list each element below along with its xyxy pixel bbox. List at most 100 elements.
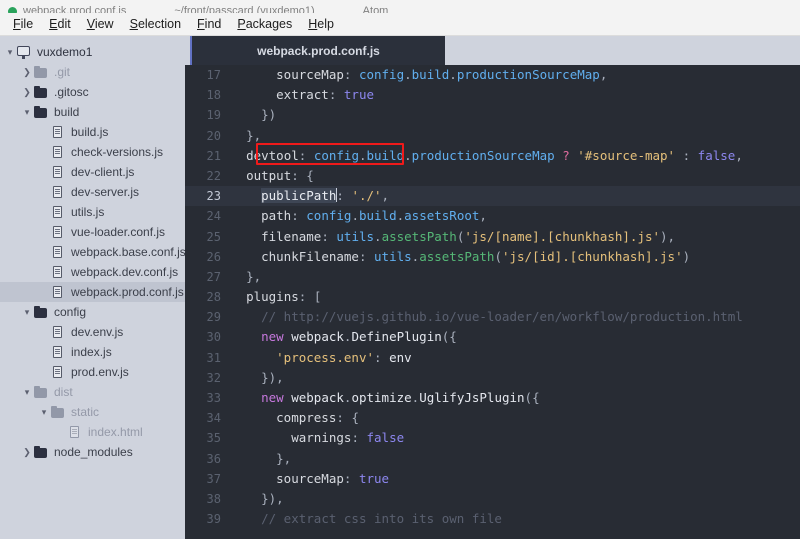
code-line-text: devtool: config.build.productionSourceMa… [231, 146, 800, 166]
code-token: './' [351, 188, 382, 204]
tree-item-vuxdemo1[interactable]: ▾ vuxdemo1 [0, 42, 185, 62]
tree-item-dev-env-js[interactable]: dev.env.js [0, 322, 185, 342]
code-token: assetsPath [419, 248, 495, 264]
tree-item-static[interactable]: ▾ static [0, 402, 185, 422]
code-line[interactable]: 36 }, [185, 449, 800, 469]
code-token: 'js/[id].[chunkhash].js' [501, 248, 683, 264]
line-number: 35 [206, 431, 221, 446]
chevron-right-icon[interactable]: ❯ [21, 87, 33, 97]
tree-item-dev-client-js[interactable]: dev-client.js [0, 162, 185, 182]
code-line[interactable]: 21 devtool: config.build.productionSourc… [185, 146, 800, 166]
tree-item-index-html[interactable]: index.html [0, 422, 185, 442]
code-line[interactable]: 20 }, [185, 126, 800, 146]
code-line[interactable]: 22 output: { [185, 166, 800, 186]
tree-item-webpack-prod-conf-js[interactable]: webpack.prod.conf.js [0, 282, 185, 302]
tree-item-config[interactable]: ▾ config [0, 302, 185, 322]
code-token: productionSourceMap [411, 147, 555, 163]
code-line[interactable]: 25 filename: utils.assetsPath('js/[name]… [185, 227, 800, 247]
code-token: DefinePlugin [351, 329, 442, 345]
tree-item-build-js[interactable]: build.js [0, 122, 185, 142]
code-token: }) [261, 107, 277, 123]
code-token: false [366, 430, 405, 446]
code-token: // extract css into its own file [261, 511, 502, 527]
file-icon [50, 185, 66, 199]
code-line[interactable]: 31 'process.env': env [185, 348, 800, 368]
menu-item-help[interactable]: Help [300, 16, 342, 32]
code-editor-content[interactable]: 17 sourceMap: config.build.productionSou… [185, 65, 800, 539]
chevron-down-icon[interactable]: ▾ [4, 47, 16, 57]
code-line[interactable]: 24 path: config.build.assetsRoot, [185, 206, 800, 226]
code-line[interactable]: 30 new webpack.DefinePlugin({ [185, 327, 800, 347]
code-line[interactable]: 23 publicPath: './', [185, 186, 800, 207]
tree-item-node-modules[interactable]: ❯ node_modules [0, 442, 185, 462]
line-number: 39 [206, 512, 221, 527]
code-token: }, [246, 268, 262, 284]
chevron-right-icon[interactable]: ❯ [21, 67, 33, 77]
title-fragment-path: ~/front/passcard (vuxdemo1) [174, 5, 315, 13]
tree-item-prod-env-js[interactable]: prod.env.js [0, 362, 185, 382]
chevron-down-icon[interactable]: ▾ [21, 107, 33, 117]
title-fragment-app: Atom [362, 5, 389, 13]
code-token: : [321, 228, 337, 244]
tree-item-webpack-base-conf-js[interactable]: webpack.base.conf.js [0, 242, 185, 262]
menu-item-file[interactable]: File [5, 16, 41, 32]
code-line[interactable]: 33 new webpack.optimize.UglifyJsPlugin({ [185, 388, 800, 408]
code-token: }), [261, 369, 284, 385]
code-line[interactable]: 38 }), [185, 489, 800, 509]
chevron-right-icon[interactable]: ❯ [21, 447, 33, 457]
tree-item--gitosc[interactable]: ❯ .gitosc [0, 82, 185, 102]
code-line[interactable]: 27 }, [185, 267, 800, 287]
code-line[interactable]: 29 // http://vuejs.github.io/vue-loader/… [185, 307, 800, 327]
tree-item-utils-js[interactable]: utils.js [0, 202, 185, 222]
line-number: 30 [206, 330, 221, 345]
menu-item-find[interactable]: Find [189, 16, 229, 32]
code-token: utils [336, 228, 375, 244]
file-icon [50, 265, 66, 279]
code-line[interactable]: 19 }) [185, 105, 800, 125]
code-line-text: output: { [231, 166, 800, 186]
code-token: build [358, 208, 397, 224]
project-tree-sidebar[interactable]: ▾ vuxdemo1 ❯ .git ❯ .gitosc ▾ build build.js chec… [0, 36, 185, 539]
file-icon [50, 365, 66, 379]
code-line[interactable]: 32 }), [185, 368, 800, 388]
tree-item-check-versions-js[interactable]: check-versions.js [0, 142, 185, 162]
chevron-down-icon[interactable]: ▾ [21, 307, 33, 317]
code-token: : [291, 208, 307, 224]
tree-item-label: utils.js [71, 205, 105, 219]
code-line[interactable]: 17 sourceMap: config.build.productionSou… [185, 65, 800, 85]
tree-item-build[interactable]: ▾ build [0, 102, 185, 122]
code-line[interactable]: 39 // extract css into its own file [185, 509, 800, 529]
code-line[interactable]: 34 compress: { [185, 408, 800, 428]
code-token: UglifyJsPlugin [419, 390, 525, 405]
file-icon [50, 125, 66, 139]
tree-item-label: prod.env.js [71, 365, 129, 379]
project-icon [16, 45, 32, 59]
code-line[interactable]: 26 chunkFilename: utils.assetsPath('js/[… [185, 247, 800, 267]
code-token: true [358, 470, 390, 486]
menu-item-selection[interactable]: Selection [122, 16, 189, 32]
tree-item-dist[interactable]: ▾ dist [0, 382, 185, 402]
line-number: 19 [206, 108, 221, 123]
tree-item-dev-server-js[interactable]: dev-server.js [0, 182, 185, 202]
tree-item-vue-loader-conf-js[interactable]: vue-loader.conf.js [0, 222, 185, 242]
tree-item-webpack-dev-conf-js[interactable]: webpack.dev.conf.js [0, 262, 185, 282]
menu-item-packages[interactable]: Packages [229, 16, 300, 32]
menu-item-view[interactable]: View [79, 16, 122, 32]
chevron-down-icon[interactable]: ▾ [38, 407, 50, 417]
code-token: new [261, 390, 284, 405]
tree-item-index-js[interactable]: index.js [0, 342, 185, 362]
tab-webpack-prod-conf[interactable]: webpack.prod.conf.js [190, 36, 445, 65]
code-line[interactable]: 35 warnings: false [185, 428, 800, 448]
menu-item-edit[interactable]: Edit [41, 16, 79, 32]
chevron-down-icon[interactable]: ▾ [21, 387, 33, 397]
code-token: warnings [291, 430, 352, 446]
file-icon [50, 165, 66, 179]
code-line[interactable]: 18 extract: true [185, 85, 800, 105]
code-line[interactable]: 37 sourceMap: true [185, 469, 800, 489]
line-number: 20 [206, 128, 221, 143]
code-line[interactable]: 28 plugins: [ [185, 287, 800, 307]
tree-item--git[interactable]: ❯ .git [0, 62, 185, 82]
file-icon [50, 325, 66, 339]
